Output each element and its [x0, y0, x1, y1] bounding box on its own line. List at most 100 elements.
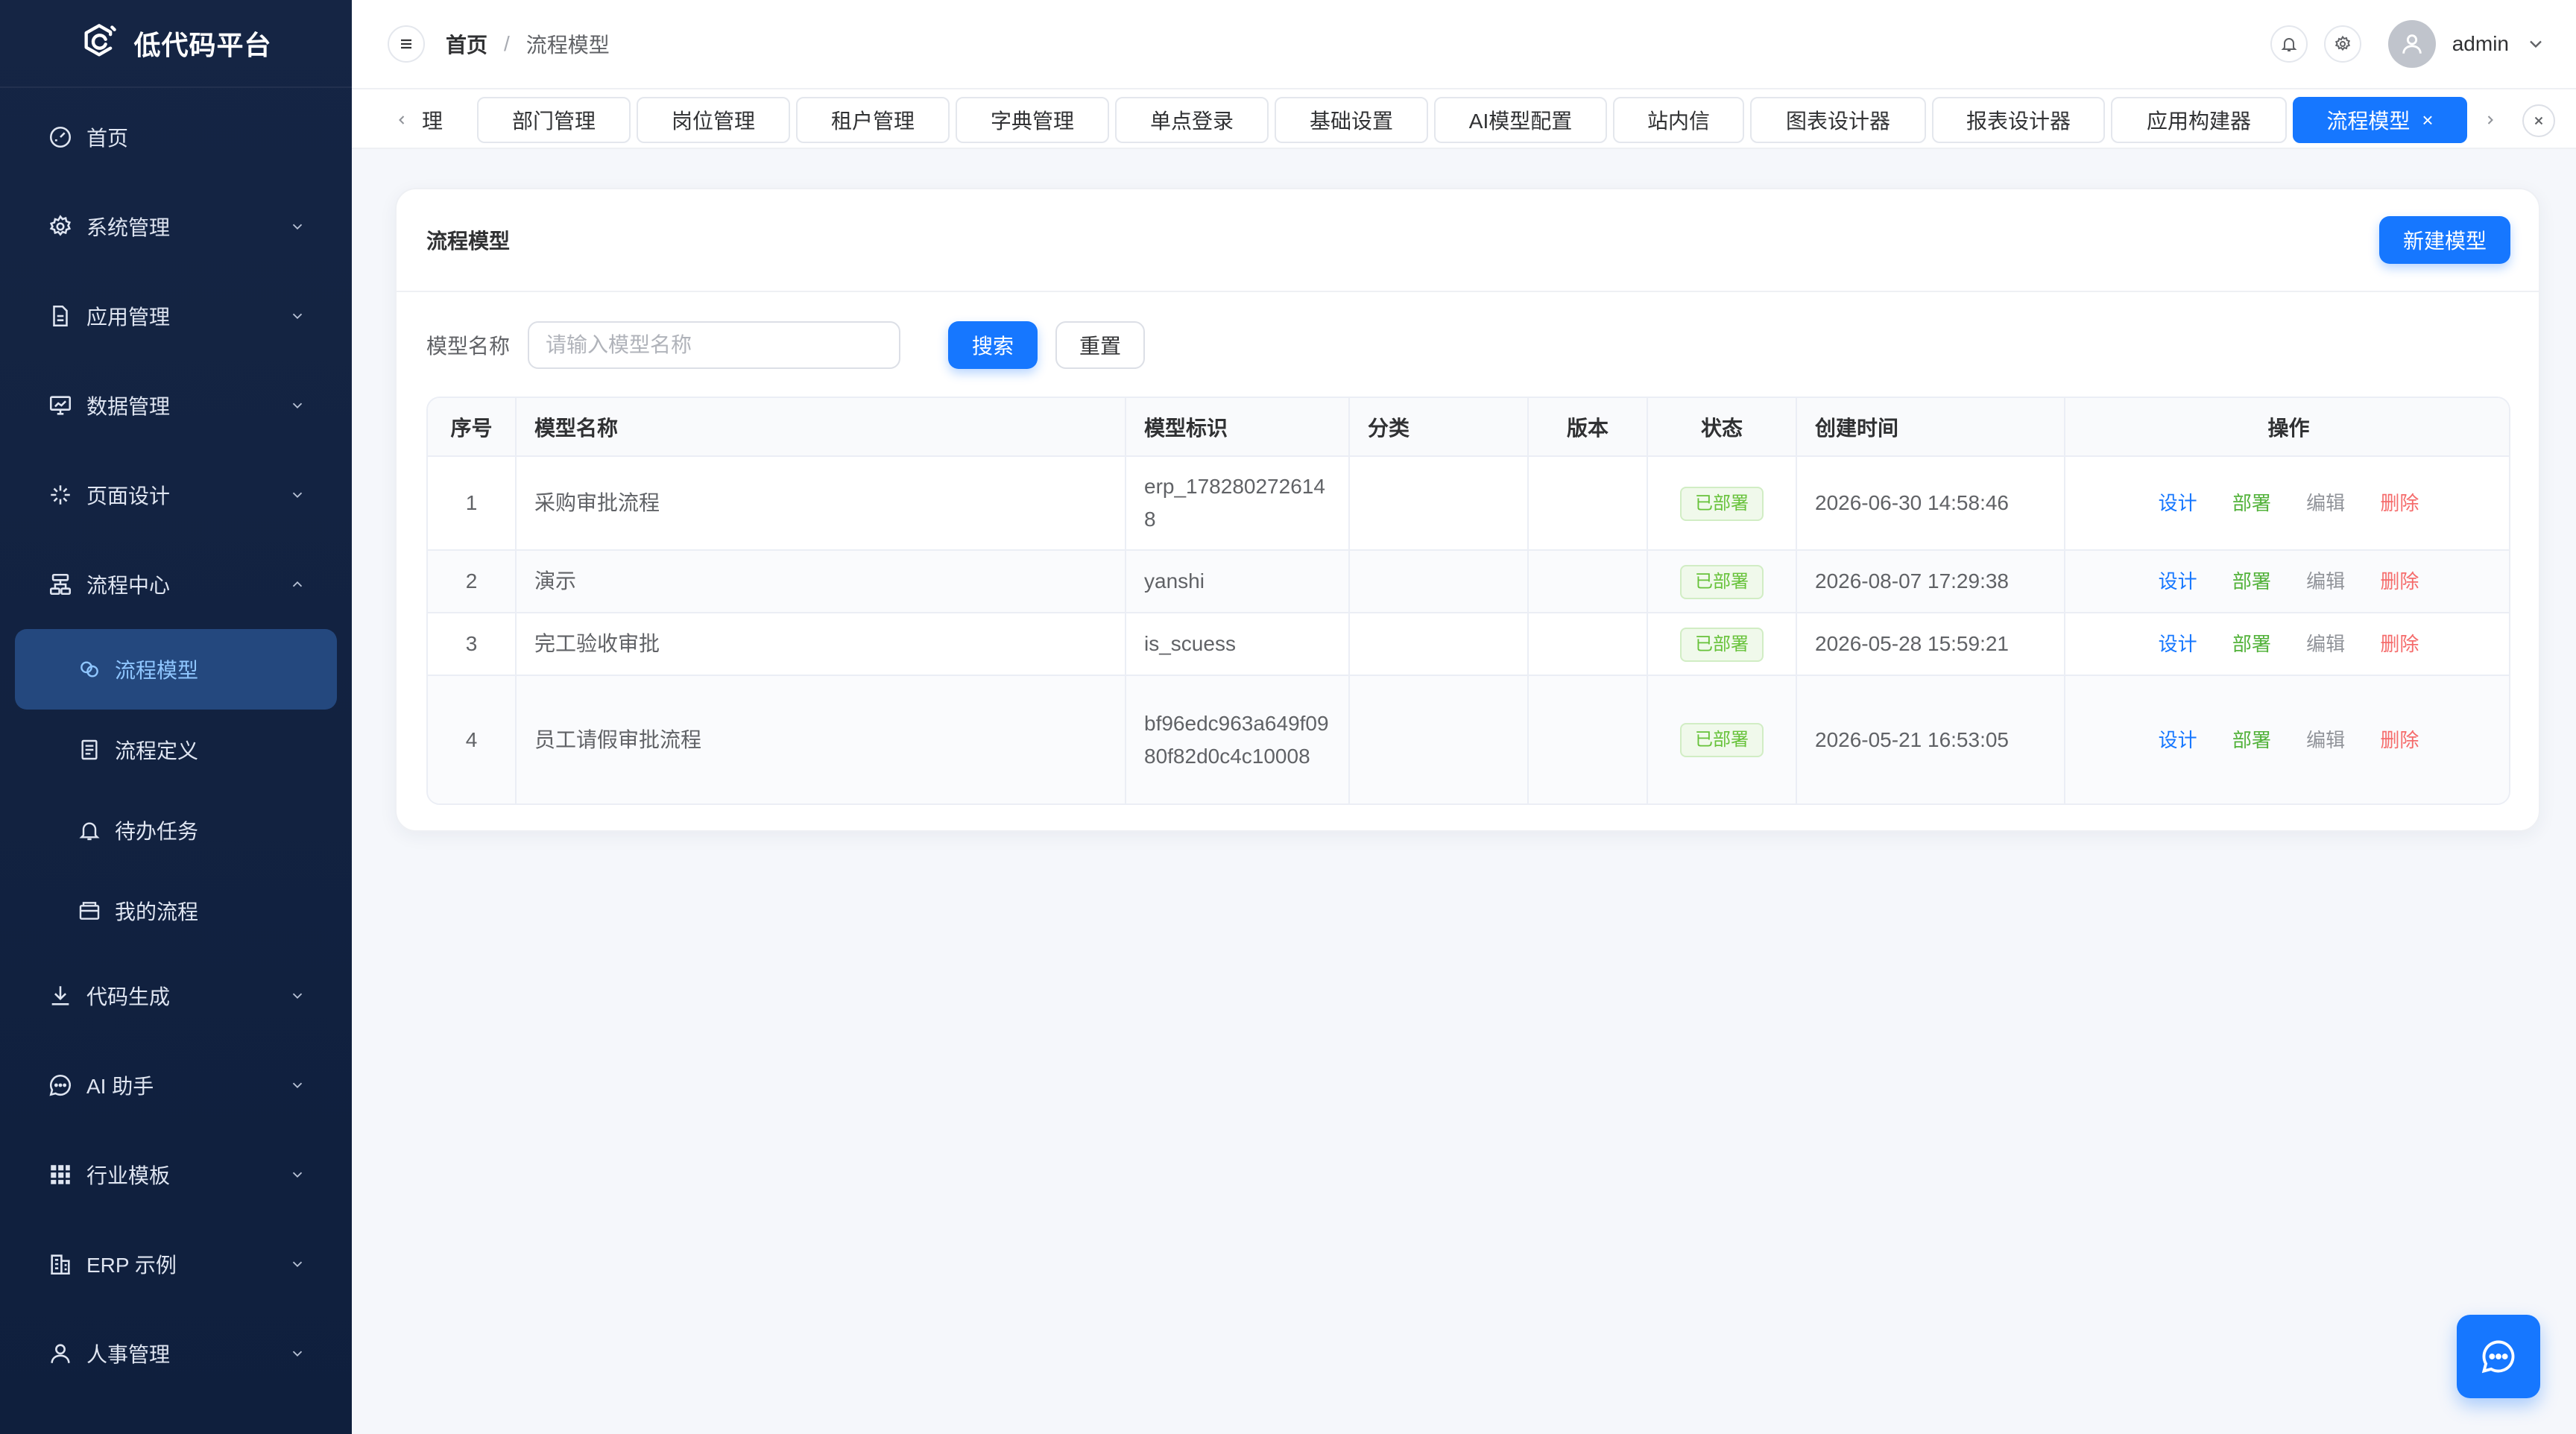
sidebar-subitem-todo[interactable]: 待办任务 [0, 790, 352, 871]
tab-messages[interactable]: 站内信 [1613, 97, 1744, 143]
cell-name: 采购审批流程 [516, 456, 1126, 551]
sidebar-item-system[interactable]: 系统管理 [0, 182, 352, 271]
sidebar-item-label: 待办任务 [115, 820, 199, 843]
user-icon [48, 1341, 73, 1366]
tab-report-designer[interactable]: 报表设计器 [1932, 97, 2105, 143]
app-logo[interactable]: 低代码平台 [0, 0, 352, 88]
sidebar-item-apps[interactable]: 应用管理 [0, 271, 352, 361]
close-icon [2534, 116, 2543, 125]
tabs-scroll-left[interactable] [391, 109, 413, 131]
sidebar-item-home[interactable]: 首页 [0, 92, 352, 182]
cell-category [1349, 675, 1529, 803]
edit-link[interactable]: 编辑 [2306, 729, 2345, 751]
deploy-link[interactable]: 部署 [2232, 633, 2271, 655]
design-link[interactable]: 设计 [2159, 570, 2197, 593]
sidebar-item-hr[interactable]: 人事管理 [0, 1309, 352, 1398]
tab-chart-designer[interactable]: 图表设计器 [1750, 97, 1926, 143]
cell-created: 2026-06-30 14:58:46 [1796, 456, 2065, 551]
delete-link[interactable]: 删除 [2380, 570, 2419, 593]
design-link[interactable]: 设计 [2159, 729, 2197, 751]
edit-link[interactable]: 编辑 [2306, 633, 2345, 655]
sidebar-subitem-process-definition[interactable]: 流程定义 [0, 710, 352, 790]
tab-app-builder[interactable]: 应用构建器 [2111, 97, 2287, 143]
chevron-right-icon [2487, 116, 2493, 124]
cell-category [1349, 613, 1529, 676]
edit-link[interactable]: 编辑 [2306, 570, 2345, 593]
chat-icon [2481, 1340, 2515, 1374]
cell-created: 2026-08-07 17:29:38 [1796, 550, 2065, 613]
sidebar-item-workflow[interactable]: 流程中心 [0, 540, 352, 629]
download-icon [48, 983, 73, 1008]
username[interactable]: admin [2452, 32, 2509, 56]
deploy-link[interactable]: 部署 [2232, 492, 2271, 514]
tabs-scroll-right[interactable] [2479, 109, 2501, 131]
cell-name: 完工验收审批 [516, 613, 1126, 676]
tabs-bar: 理 部门管理 岗位管理 租户管理 字典管理 单点登录 基础设置 AI模型配置 站… [352, 88, 2576, 149]
tab-basic-settings[interactable]: 基础设置 [1275, 97, 1428, 143]
notification-button[interactable] [2270, 25, 2308, 63]
model-name-input[interactable] [528, 321, 901, 369]
breadcrumb-current: 流程模型 [525, 34, 610, 57]
chevron-down-icon[interactable] [2525, 34, 2546, 54]
status-badge: 已部署 [1680, 627, 1764, 662]
sidebar-item-data[interactable]: 数据管理 [0, 361, 352, 450]
delete-link[interactable]: 删除 [2380, 729, 2419, 751]
tab-sso[interactable]: 单点登录 [1115, 97, 1269, 143]
tab-department[interactable]: 部门管理 [477, 97, 631, 143]
status-badge: 已部署 [1680, 564, 1764, 599]
tab-tenant[interactable]: 租户管理 [796, 97, 950, 143]
tab-ai-model-config[interactable]: AI模型配置 [1434, 97, 1607, 143]
avatar[interactable] [2387, 20, 2436, 68]
chevron-left-icon [399, 116, 405, 124]
table-header-row: 序号 模型名称 模型标识 分类 版本 状态 创建时间 操作 [428, 398, 2509, 457]
table-row: 1 采购审批流程 erp_1782802726148 已部署 2026-06-3… [428, 456, 2509, 551]
sidebar-subitem-process-model[interactable]: 流程模型 [15, 629, 337, 710]
sidebar-item-page-design[interactable]: 页面设计 [0, 450, 352, 540]
cell-category [1349, 550, 1529, 613]
search-button[interactable]: 搜索 [948, 321, 1038, 369]
sidebar-subitem-my-process[interactable]: 我的流程 [0, 871, 352, 951]
tab-process-model[interactable]: 流程模型 × [2293, 97, 2467, 143]
new-model-button[interactable]: 新建模型 [2379, 216, 2510, 264]
status-badge: 已部署 [1680, 723, 1764, 757]
gear-icon [48, 214, 73, 239]
edit-link[interactable]: 编辑 [2306, 492, 2345, 514]
design-link[interactable]: 设计 [2159, 633, 2197, 655]
breadcrumb-home[interactable]: 首页 [446, 29, 487, 59]
cell-status: 已部署 [1647, 675, 1797, 803]
chevron-down-icon [292, 1172, 303, 1178]
deploy-link[interactable]: 部署 [2232, 729, 2271, 751]
tab-close-icon[interactable]: × [2422, 109, 2433, 132]
sidebar-item-codegen[interactable]: 代码生成 [0, 951, 352, 1040]
cell-actions: 设计 部署 编辑 删除 [2065, 613, 2509, 676]
menu-icon [401, 39, 411, 49]
bell-icon [78, 818, 101, 842]
chevron-up-icon [292, 581, 303, 587]
close-all-tabs-button[interactable] [2522, 104, 2555, 137]
sidebar-item-erp[interactable]: ERP 示例 [0, 1219, 352, 1309]
tab-dictionary[interactable]: 字典管理 [956, 97, 1109, 143]
delete-link[interactable]: 删除 [2380, 633, 2419, 655]
table-row: 4 员工请假审批流程 bf96edc963a649f0980f82d0c4c10… [428, 675, 2509, 803]
sidebar-item-label: 流程定义 [115, 739, 199, 762]
menu-toggle-button[interactable] [388, 25, 425, 63]
column-header: 创建时间 [1796, 398, 2065, 457]
deploy-link[interactable]: 部署 [2232, 570, 2271, 593]
ai-chat-float-button[interactable] [2457, 1315, 2540, 1398]
gear-icon [2334, 35, 2350, 51]
sidebar-item-ai[interactable]: AI 助手 [0, 1040, 352, 1130]
design-link[interactable]: 设计 [2159, 492, 2197, 514]
chevron-down-icon [292, 492, 303, 499]
monitor-icon [48, 393, 73, 418]
settings-button[interactable] [2323, 25, 2361, 63]
column-header: 状态 [1647, 398, 1797, 457]
sidebar-item-label: ERP 示例 [86, 1254, 177, 1277]
sidebar-item-templates[interactable]: 行业模板 [0, 1130, 352, 1219]
reset-button[interactable]: 重置 [1055, 321, 1146, 369]
tab-truncated[interactable]: 理 [417, 97, 447, 143]
column-header: 分类 [1349, 398, 1529, 457]
delete-link[interactable]: 删除 [2380, 492, 2419, 514]
sidebar-item-label: 首页 [86, 127, 129, 150]
tab-position[interactable]: 岗位管理 [637, 97, 790, 143]
sidebar: 低代码平台 首页 系统管理 应用管理 数据管理 页面设计 流程中心 流程模型 流… [0, 0, 352, 1434]
